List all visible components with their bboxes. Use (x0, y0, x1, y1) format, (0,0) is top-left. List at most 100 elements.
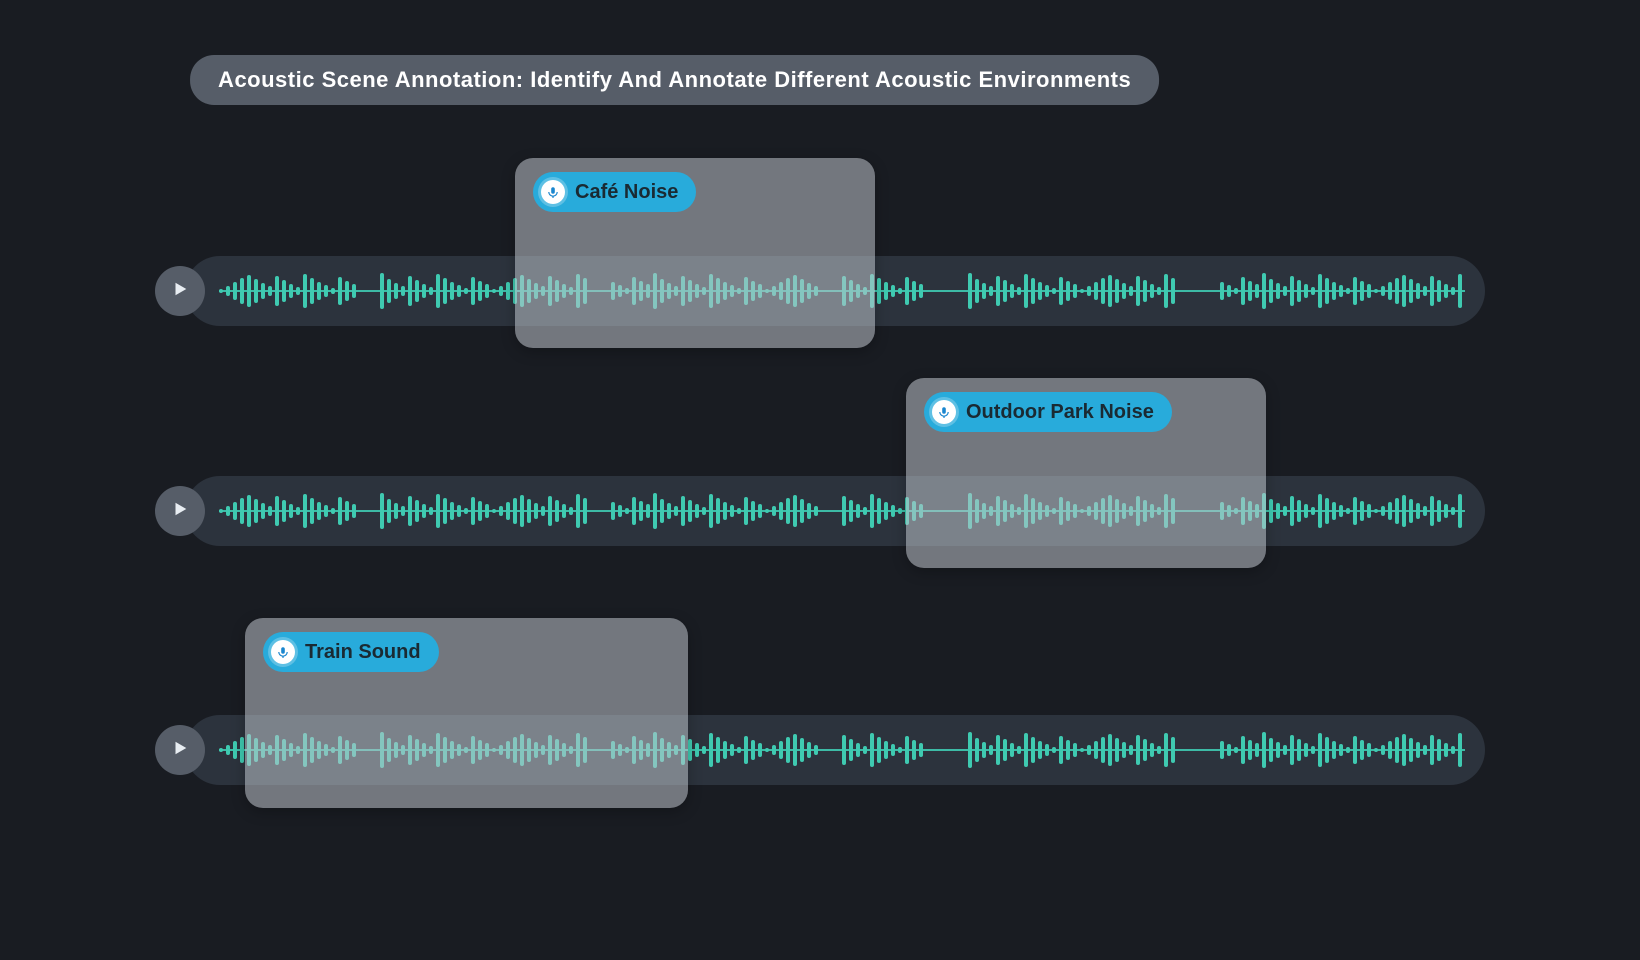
waveform-bar (1332, 741, 1336, 759)
annotation-region[interactable]: Train Sound (245, 618, 688, 808)
waveform-bar (1325, 737, 1329, 763)
waveform-bar (1122, 283, 1126, 299)
waveform-bar (695, 504, 699, 518)
waveform-bar (1381, 286, 1385, 296)
waveform-bar (1080, 748, 1084, 752)
waveform-bar (1143, 280, 1147, 302)
waveform-bar (408, 496, 412, 526)
waveform-bar (1290, 735, 1294, 765)
waveform-bar (702, 507, 706, 515)
waveform-bar (688, 500, 692, 522)
waveform-bar (268, 506, 272, 516)
waveform-bar (1115, 738, 1119, 762)
waveform-bar (1388, 741, 1392, 759)
waveform-bar (779, 741, 783, 759)
waveform-bar (562, 504, 566, 518)
waveform-bar (1108, 275, 1112, 307)
waveform-bar (499, 506, 503, 516)
waveform-bar (576, 494, 580, 528)
stage: Acoustic Scene Annotation: Identify And … (0, 0, 1640, 960)
waveform-bar (478, 281, 482, 301)
waveform-bar (1395, 498, 1399, 524)
waveform-bar (471, 277, 475, 305)
waveform-bar (247, 495, 251, 527)
waveform-bar (898, 508, 902, 514)
waveform-bar (660, 499, 664, 523)
waveform-bar (282, 280, 286, 302)
waveform-bar (1171, 737, 1175, 763)
waveform-bar (457, 505, 461, 517)
waveform-bar (996, 276, 1000, 306)
waveform-bar (751, 501, 755, 521)
annotation-tag[interactable]: Outdoor Park Noise (924, 392, 1172, 432)
waveform-bar (310, 498, 314, 524)
waveform-bar (513, 498, 517, 524)
waveform-bar (807, 742, 811, 758)
waveform-bar (1360, 281, 1364, 301)
waveform-bar (989, 286, 993, 296)
waveform-bar (303, 494, 307, 528)
waveform-bar (1451, 507, 1455, 515)
play-icon (171, 500, 189, 523)
waveform-bar (352, 504, 356, 518)
waveform-bar (1297, 500, 1301, 522)
annotation-tag[interactable]: Train Sound (263, 632, 439, 672)
waveform-bar (1010, 743, 1014, 757)
waveform-bar (1311, 287, 1315, 295)
waveform-bar (898, 747, 902, 753)
play-button[interactable] (155, 266, 205, 316)
waveform-bar (968, 273, 972, 309)
play-icon (171, 280, 189, 303)
waveform-bar (317, 282, 321, 300)
waveform-bar (352, 284, 356, 298)
waveform-bar (1318, 274, 1322, 308)
waveform-bar (1458, 274, 1462, 308)
waveform-bar (1346, 747, 1350, 753)
waveform-bar (1269, 738, 1273, 762)
waveform-bar (1444, 743, 1448, 757)
waveform-bar (849, 739, 853, 761)
waveform-bar (1248, 281, 1252, 301)
waveform-bar (1073, 284, 1077, 298)
annotation-tag[interactable]: Café Noise (533, 172, 696, 212)
waveform-bar (422, 504, 426, 518)
waveform-bar (1367, 504, 1371, 518)
waveform-bar (464, 508, 468, 514)
waveform-bar (968, 732, 972, 768)
waveform-bar (646, 504, 650, 518)
waveform-bar (982, 283, 986, 299)
waveform-bar (1402, 275, 1406, 307)
annotation-label: Café Noise (575, 181, 678, 204)
waveform-bar (772, 745, 776, 755)
waveform[interactable] (219, 476, 1465, 546)
waveform-bar (625, 508, 629, 514)
waveform-bar (1381, 506, 1385, 516)
waveform-bar (1311, 507, 1315, 515)
waveform-bar (394, 283, 398, 299)
waveform-bar (233, 502, 237, 520)
waveform-bar (1388, 502, 1392, 520)
waveform-bar (723, 741, 727, 759)
annotation-region[interactable]: Outdoor Park Noise (906, 378, 1266, 568)
waveform-bar (891, 744, 895, 756)
waveform-bar (688, 739, 692, 761)
waveform-bar (1416, 503, 1420, 519)
waveform-bar (1353, 736, 1357, 764)
waveform-bar (226, 745, 230, 755)
waveform-bar (569, 507, 573, 515)
waveform-bar (1164, 733, 1168, 767)
waveform-bar (653, 493, 657, 529)
play-button[interactable] (155, 486, 205, 536)
waveform-bar (877, 737, 881, 763)
waveform-bar (1339, 744, 1343, 756)
waveform-bar (282, 500, 286, 522)
annotation-region[interactable]: Café Noise (515, 158, 875, 348)
waveform-bar (296, 287, 300, 295)
waveform-bar (1283, 286, 1287, 296)
page-title: Acoustic Scene Annotation: Identify And … (190, 55, 1159, 105)
waveform-bar (709, 733, 713, 767)
play-button[interactable] (155, 725, 205, 775)
waveform-bar (534, 503, 538, 519)
waveform-bar (415, 280, 419, 302)
waveform-bar (1255, 743, 1259, 757)
